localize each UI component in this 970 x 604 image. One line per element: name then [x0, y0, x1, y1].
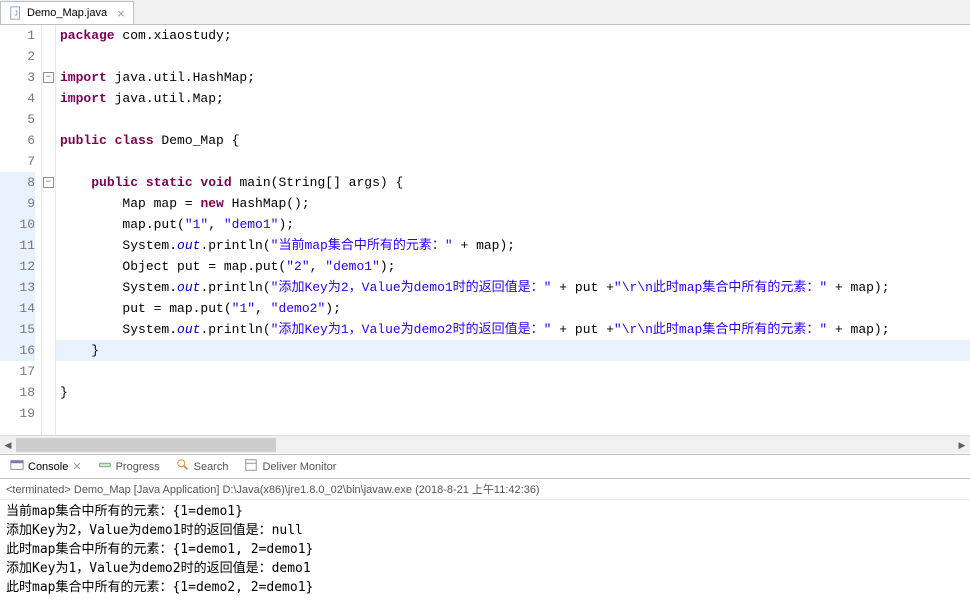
scroll-right-arrow[interactable]: ▶ [954, 436, 970, 454]
line-number: 2 [0, 46, 35, 67]
code-line[interactable] [60, 151, 970, 172]
code-line[interactable]: Map map = new HashMap(); [60, 193, 970, 214]
code-line[interactable]: System.out.println("添加Key为2，Value为demo1时… [60, 277, 970, 298]
fold-strip: −− [42, 25, 56, 435]
fold-toggle[interactable]: − [43, 177, 54, 188]
line-number: 1 [0, 25, 35, 46]
code-line[interactable] [60, 403, 970, 424]
line-number: 6 [0, 130, 35, 151]
code-line[interactable]: put = map.put("1", "demo2"); [60, 298, 970, 319]
line-number: 11 [0, 235, 35, 256]
console-tab-progress[interactable]: Progress [92, 456, 166, 477]
line-number: 8 [0, 172, 35, 193]
line-number: 19 [0, 403, 35, 424]
console-tab-search[interactable]: Search [170, 456, 235, 477]
line-number: 14 [0, 298, 35, 319]
line-number: 4 [0, 88, 35, 109]
java-file-icon: J [9, 6, 23, 20]
code-line[interactable]: Object put = map.put("2", "demo1"); [60, 256, 970, 277]
code-line[interactable]: import java.util.HashMap; [60, 67, 970, 88]
line-number: 10 [0, 214, 35, 235]
line-number: 12 [0, 256, 35, 277]
code-content[interactable]: package com.xiaostudy; import java.util.H… [56, 25, 970, 435]
console-output-line: 添加Key为2，Value为demo1时的返回值是：null [6, 521, 964, 540]
console-pane: Console ✕ Progress Search Deliver Monitor <… [0, 455, 970, 604]
horizontal-scrollbar[interactable]: ◀ ▶ [0, 435, 970, 453]
deliver-monitor-icon [244, 458, 258, 475]
console-tab-label: Deliver Monitor [262, 461, 336, 473]
console-header: <terminated> Demo_Map [Java Application]… [0, 479, 970, 500]
code-line[interactable]: package com.xiaostudy; [60, 25, 970, 46]
code-line[interactable]: public class Demo_Map { [60, 130, 970, 151]
code-line[interactable]: map.put("1", "demo1"); [60, 214, 970, 235]
fold-toggle[interactable]: − [43, 72, 54, 83]
close-icon[interactable]: × [117, 6, 125, 21]
code-line[interactable]: System.out.println("当前map集合中所有的元素：" + ma… [60, 235, 970, 256]
console-icon [10, 458, 24, 475]
scroll-left-arrow[interactable]: ◀ [0, 436, 16, 454]
code-line[interactable] [60, 46, 970, 67]
console-tab-label: Progress [116, 461, 160, 473]
code-line[interactable] [60, 109, 970, 130]
editor-tab-label: Demo_Map.java [27, 7, 107, 19]
line-number: 16 [0, 340, 35, 361]
code-line[interactable]: } [60, 340, 970, 361]
close-icon[interactable]: ✕ [72, 460, 81, 473]
code-line[interactable] [60, 361, 970, 382]
line-number: 18 [0, 382, 35, 403]
line-number: 13 [0, 277, 35, 298]
editor-tab[interactable]: J Demo_Map.java × [0, 1, 134, 24]
code-line[interactable]: } [60, 382, 970, 403]
line-gutter: 12345678910111213141516171819 [0, 25, 42, 435]
code-line[interactable]: import java.util.Map; [60, 88, 970, 109]
console-tab-bar: Console ✕ Progress Search Deliver Monitor [0, 455, 970, 479]
search-icon [176, 458, 190, 475]
console-output-line: 此时map集合中所有的元素：{1=demo2, 2=demo1} [6, 578, 964, 597]
progress-icon [98, 458, 112, 475]
code-area[interactable]: 12345678910111213141516171819 −− package… [0, 25, 970, 435]
console-output-line: 当前map集合中所有的元素：{1=demo1} [6, 502, 964, 521]
console-output-line: 此时map集合中所有的元素：{1=demo1, 2=demo1} [6, 540, 964, 559]
console-tab-label: Console [28, 461, 68, 473]
console-tab-deliver-monitor[interactable]: Deliver Monitor [238, 456, 342, 477]
code-line[interactable]: System.out.println("添加Key为1，Value为demo2时… [60, 319, 970, 340]
console-output[interactable]: 当前map集合中所有的元素：{1=demo1}添加Key为2，Value为dem… [0, 500, 970, 599]
line-number: 17 [0, 361, 35, 382]
line-number: 9 [0, 193, 35, 214]
line-number: 7 [0, 151, 35, 172]
svg-text:J: J [14, 11, 18, 18]
editor-tab-bar: J Demo_Map.java × [0, 0, 970, 25]
line-number: 5 [0, 109, 35, 130]
editor-pane: J Demo_Map.java × 1234567891011121314151… [0, 0, 970, 455]
console-tab-console[interactable]: Console ✕ [4, 456, 88, 477]
console-output-line: 添加Key为1，Value为demo2时的返回值是：demo1 [6, 559, 964, 578]
line-number: 3 [0, 67, 35, 88]
scrollbar-thumb[interactable] [16, 438, 276, 452]
console-tab-label: Search [194, 461, 229, 473]
code-line[interactable]: public static void main(String[] args) { [60, 172, 970, 193]
line-number: 15 [0, 319, 35, 340]
